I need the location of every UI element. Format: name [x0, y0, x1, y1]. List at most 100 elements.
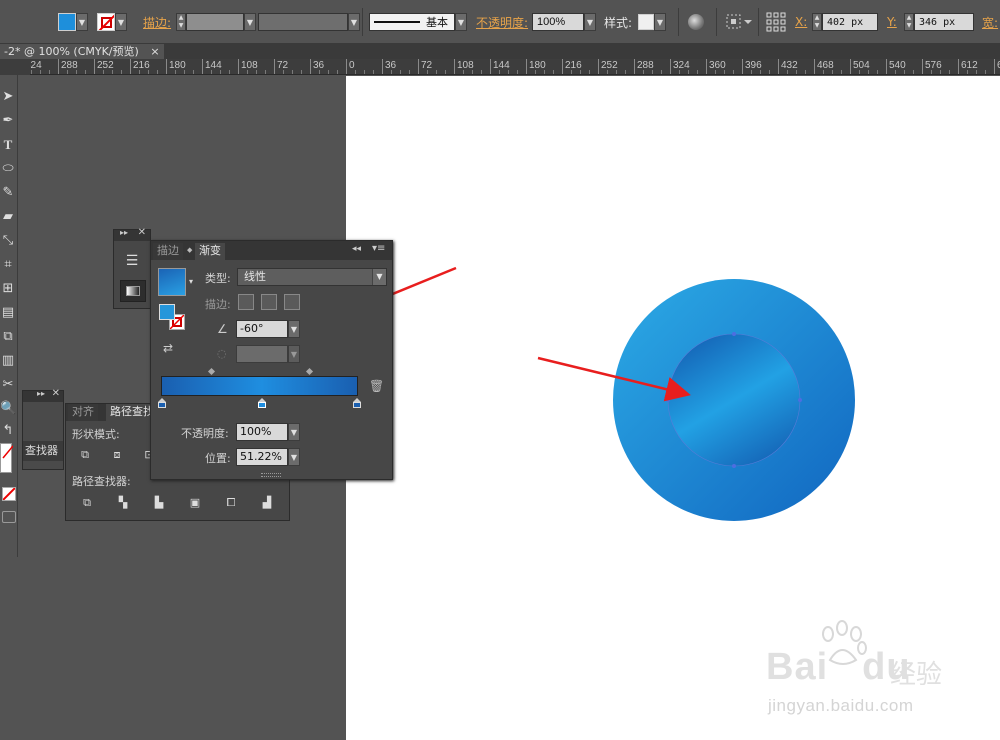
none-swatch-icon[interactable] [2, 487, 16, 501]
gradient-stop-left[interactable] [158, 398, 166, 408]
tab-gradient[interactable]: 渐变 [195, 243, 225, 260]
outline-icon[interactable]: ⧠ [222, 494, 240, 512]
reference-point-icon[interactable] [766, 12, 786, 32]
midpoint-diamond[interactable] [207, 367, 216, 376]
gradient-panel-icon[interactable] [120, 280, 146, 302]
anchor-point[interactable] [732, 332, 736, 336]
crop-icon[interactable]: ▣ [186, 494, 204, 512]
horizontal-ruler[interactable]: 3242882522161801441087236036721081441802… [30, 59, 1000, 75]
shape-builder-tool-icon[interactable]: ⊞ [0, 279, 16, 299]
stroke-within-icon [238, 294, 254, 310]
merge-icon[interactable]: ▙ [150, 494, 168, 512]
free-transform-tool-icon[interactable]: ⌗ [0, 255, 16, 275]
ruler-tick [526, 59, 527, 74]
ruler-tick [958, 59, 959, 74]
panel-menu-icon[interactable]: ▾≡ [372, 243, 385, 254]
unite-icon[interactable]: ⧉ [76, 446, 94, 464]
ellipse-tool-icon[interactable]: ⬭ [0, 159, 16, 179]
scale-tool-icon[interactable]: ⤡ [0, 231, 16, 251]
stop-opacity-field[interactable]: 100% [236, 423, 288, 441]
ruler-tick [670, 59, 671, 74]
ruler-minor-tick [265, 70, 266, 74]
variable-width-dropdown[interactable]: ▼ [258, 12, 360, 32]
control-bar: ▼ ▼ 描边: ▲▼ ▼ ▼ 基本 ▼ 不透明度: 100% ▼ 样式: ▼ [0, 0, 1000, 44]
close-tab-icon[interactable]: × [150, 45, 159, 58]
trim-icon[interactable]: ▚ [114, 494, 132, 512]
gradient-preset-dropdown-icon[interactable]: ▾ [189, 277, 193, 286]
fill-swatch[interactable]: ▼ [58, 12, 88, 32]
x-field[interactable]: ▲ ▼ 402 px [812, 12, 878, 32]
gradient-type-value: 线性 [244, 270, 266, 283]
ruler-tick [274, 59, 275, 74]
gradient-tool-icon[interactable]: ▤ [0, 303, 16, 323]
brush-definition-dropdown[interactable]: 基本 ▼ [369, 12, 467, 32]
ruler-minor-tick [364, 70, 365, 74]
resize-grip[interactable] [261, 473, 281, 477]
ruler-minor-tick [769, 70, 770, 74]
gradient-type-dropdown[interactable]: 线性 ▼ [237, 268, 387, 286]
ruler-minor-tick [877, 70, 878, 74]
zoom-tool-icon[interactable]: 🔍 [0, 399, 16, 419]
stop-location-field[interactable]: 51.22% [236, 448, 288, 466]
stop-opacity-dropdown-arrow[interactable]: ▼ [288, 423, 300, 441]
stroke-weight-stepper[interactable]: ▲ ▼ ▼ [176, 12, 256, 32]
swap-fill-stroke-icon[interactable]: ↰ [0, 421, 16, 441]
graph-tool-icon[interactable]: ▥ [0, 351, 16, 371]
ruler-minor-tick [112, 70, 113, 74]
ruler-tick [166, 59, 167, 74]
midpoint-diamond[interactable] [305, 367, 314, 376]
y-field[interactable]: ▲ ▼ 346 px [904, 12, 974, 32]
ruler-minor-tick [895, 70, 896, 74]
divide-icon[interactable]: ⧉ [78, 494, 96, 512]
gradient-stop-right[interactable] [353, 398, 361, 408]
gradient-stop-mid[interactable] [258, 398, 266, 408]
reverse-gradient-icon[interactable]: ⇄ [163, 341, 173, 355]
collapse-panel-icon[interactable]: ◂◂ [352, 244, 361, 254]
angle-field[interactable]: -60° [236, 320, 288, 338]
graphic-style-dropdown[interactable]: ▼ [638, 12, 666, 32]
ruler-minor-tick [859, 70, 860, 74]
ruler-minor-tick [76, 70, 77, 74]
inner-circle-selected[interactable] [667, 333, 801, 467]
stroke-label[interactable]: 描边: [143, 14, 171, 31]
fill-stroke-proxy[interactable] [0, 443, 14, 473]
tab-stroke[interactable]: 描边 [153, 243, 183, 260]
minus-back-icon[interactable]: ▟ [258, 494, 276, 512]
pen-tool-icon[interactable]: ✒ [0, 111, 16, 131]
angle-dropdown-arrow[interactable]: ▼ [288, 320, 300, 338]
tab-toggle-icon[interactable]: ◆ [187, 246, 192, 254]
gradient-preview-swatch[interactable] [158, 268, 186, 296]
tab-align[interactable]: 对齐 [68, 404, 98, 421]
opacity-label[interactable]: 不透明度: [476, 14, 528, 31]
stop-opacity-label: 不透明度: [181, 427, 229, 440]
anchor-point[interactable] [666, 398, 670, 402]
opacity-field[interactable]: 100% ▼ [532, 12, 596, 32]
selection-tool-icon[interactable]: ➤ [0, 87, 16, 107]
stroke-dropdown-arrow[interactable]: ▼ [115, 13, 127, 31]
eraser-tool-icon[interactable]: ▰ [0, 207, 16, 227]
close-panel-icon[interactable]: ✕ [138, 227, 146, 238]
screen-mode-icon[interactable] [2, 511, 16, 523]
anchor-point[interactable] [798, 398, 802, 402]
stop-location-dropdown-arrow[interactable]: ▼ [288, 448, 300, 466]
expand-panel-icon[interactable]: ▸▸ [37, 389, 45, 398]
pathfinder-collapsed-label[interactable]: 查找器 [23, 441, 63, 461]
ruler-minor-tick [832, 70, 833, 74]
expand-panel-icon[interactable]: ▸▸ [120, 228, 128, 237]
delete-stop-icon[interactable]: 🗑 [369, 379, 384, 393]
stroke-swatch[interactable]: ▼ [97, 12, 127, 32]
document-tab[interactable]: -2* @ 100% (CMYK/预览) × [0, 44, 164, 59]
recolor-artwork-icon[interactable] [688, 12, 704, 32]
gradient-slider[interactable] [161, 376, 358, 396]
anchor-point[interactable] [732, 464, 736, 468]
fill-indicator[interactable] [159, 304, 175, 320]
blend-tool-icon[interactable]: ⧉ [0, 327, 16, 347]
type-tool-icon[interactable]: T [0, 135, 16, 155]
pencil-tool-icon[interactable]: ✎ [0, 183, 16, 203]
fill-dropdown-arrow[interactable]: ▼ [76, 13, 88, 31]
stroke-panel-icon[interactable]: ☰ [123, 252, 141, 270]
close-panel-icon[interactable]: ✕ [52, 388, 60, 399]
slice-tool-icon[interactable]: ✂ [0, 375, 16, 395]
align-to-icon[interactable] [726, 12, 752, 32]
minus-front-icon[interactable]: ⧈ [108, 446, 126, 464]
